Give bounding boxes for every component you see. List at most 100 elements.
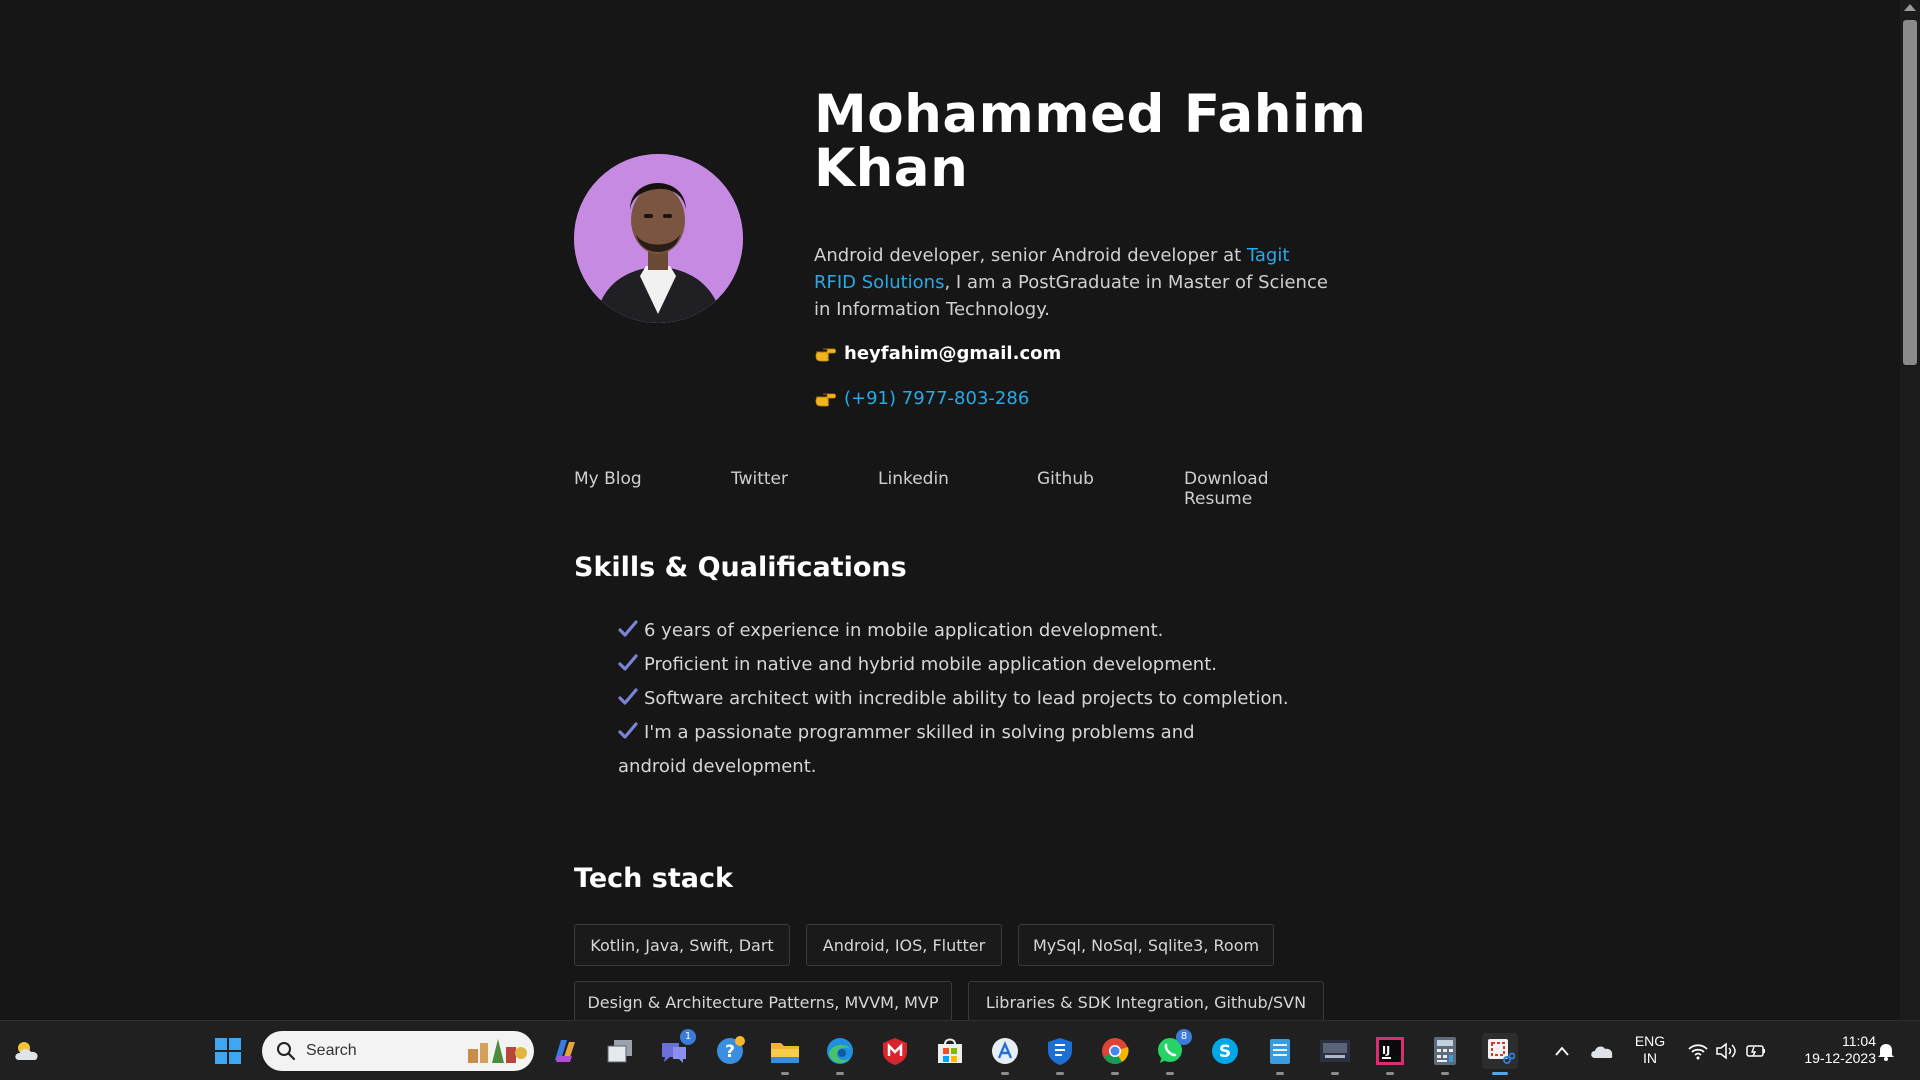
weather-widget[interactable]: [10, 1033, 46, 1069]
whatsapp-button[interactable]: 8: [1152, 1029, 1192, 1075]
clock-date: 19-12-2023: [1804, 1050, 1876, 1066]
nav-my-blog[interactable]: My Blog: [574, 469, 642, 489]
running-indicator: [1331, 1072, 1339, 1075]
checkmark-icon: [618, 688, 638, 705]
notification-bell-icon: [1878, 1044, 1894, 1061]
store-icon: [938, 1038, 962, 1063]
tech-tag: Android, IOS, Flutter: [806, 924, 1002, 966]
battery-button[interactable]: [1738, 1033, 1774, 1069]
volume-icon: [1716, 1042, 1736, 1060]
search-icon: [277, 1042, 296, 1061]
running-indicator: [1111, 1072, 1119, 1075]
taskbar-search-box[interactable]: Search: [262, 1031, 534, 1071]
checkmark-icon: [618, 722, 638, 739]
tech-tag: Design & Architecture Patterns, MVVM, MV…: [574, 981, 952, 1020]
media-app-icon: [1320, 1040, 1350, 1062]
battery-icon: [1746, 1045, 1765, 1057]
app-store-icon: [992, 1038, 1018, 1064]
edge-button[interactable]: [822, 1033, 858, 1075]
language-code: ENG: [1634, 1033, 1666, 1049]
skill-text: Proficient in native and hybrid mobile a…: [644, 654, 1217, 675]
email-address[interactable]: heyfahim@gmail.com: [844, 343, 1061, 364]
copilot-icon: [555, 1040, 575, 1062]
defender-icon: [1048, 1038, 1072, 1065]
teams-button[interactable]: 1: [656, 1029, 696, 1069]
vertical-scrollbar[interactable]: [1900, 0, 1920, 1020]
running-indicator: [1001, 1072, 1009, 1075]
store-button[interactable]: [932, 1033, 968, 1069]
notepad-icon: [1270, 1039, 1290, 1064]
skill-text: 6 years of experience in mobile applicat…: [644, 620, 1164, 641]
show-hidden-icons-button[interactable]: [1544, 1033, 1580, 1069]
social-nav: My Blog Twitter Linkedin Github Download…: [574, 469, 1334, 509]
task-view-button[interactable]: [602, 1033, 638, 1069]
mcafee-button[interactable]: [877, 1033, 913, 1069]
tech-tag: Kotlin, Java, Swift, Dart: [574, 924, 790, 966]
intellij-icon: IJ: [1376, 1037, 1404, 1065]
onedrive-button[interactable]: [1584, 1033, 1620, 1069]
onedrive-icon: [1591, 1046, 1613, 1058]
scroll-up-arrow-icon[interactable]: [1904, 4, 1916, 11]
language-indicator[interactable]: ENG IN: [1630, 1033, 1670, 1067]
task-view-icon: [607, 1040, 632, 1063]
nav-github[interactable]: Github: [1037, 469, 1094, 489]
tech-stack-heading: Tech stack: [574, 863, 733, 894]
clock[interactable]: 11:04 19-12-2023: [1782, 1033, 1876, 1067]
copilot-button[interactable]: [547, 1033, 583, 1069]
chrome-icon: [1102, 1038, 1129, 1064]
nav-download-resume[interactable]: Download Resume: [1184, 469, 1334, 509]
teams-notification-badge: 1: [680, 1029, 696, 1045]
defender-button[interactable]: [1042, 1033, 1078, 1075]
calculator-icon: [1434, 1037, 1456, 1065]
search-highlight-icon: [468, 1039, 527, 1063]
pointing-hand-icon: [815, 348, 836, 361]
chevron-up-icon: [1555, 1046, 1569, 1056]
tech-tag: Libraries & SDK Integration, Github/SVN: [968, 981, 1324, 1020]
email-contact: heyfahim@gmail.com: [814, 343, 1061, 364]
skill-text: Software architect with incredible abili…: [644, 688, 1289, 709]
calculator-button[interactable]: [1427, 1033, 1463, 1075]
running-indicator: [781, 1072, 789, 1075]
svg-text:?: ?: [725, 1042, 735, 1062]
media-app-button[interactable]: [1317, 1033, 1353, 1075]
svg-text:S: S: [1219, 1042, 1231, 1062]
pointing-hand-icon: [815, 393, 836, 406]
svg-text:IJ: IJ: [1382, 1044, 1390, 1057]
running-indicator: [1386, 1072, 1394, 1075]
file-explorer-button[interactable]: [767, 1033, 803, 1075]
running-indicator: [1056, 1072, 1064, 1075]
skype-icon: S: [1212, 1038, 1238, 1064]
edge-icon: [827, 1038, 853, 1064]
region-code: IN: [1643, 1050, 1657, 1066]
phone-number-link[interactable]: (+91) 7977-803-286: [844, 388, 1029, 409]
chrome-button[interactable]: [1097, 1033, 1133, 1075]
skill-item: 6 years of experience in mobile applicat…: [618, 614, 1338, 648]
start-button[interactable]: [210, 1033, 246, 1069]
nav-twitter[interactable]: Twitter: [731, 469, 788, 489]
notepad-button[interactable]: [1262, 1033, 1298, 1075]
snipping-tool-icon: [1488, 1039, 1515, 1064]
running-indicator: [1276, 1072, 1284, 1075]
intellij-button[interactable]: IJ: [1372, 1033, 1408, 1075]
bio-text-start: Android developer, senior Android develo…: [814, 245, 1247, 266]
app-store-button[interactable]: [987, 1033, 1023, 1075]
snipping-tool-button[interactable]: [1482, 1033, 1518, 1075]
running-indicator: [1441, 1072, 1449, 1075]
notification-center-button[interactable]: [1868, 1033, 1904, 1069]
skill-item: Proficient in native and hybrid mobile a…: [618, 648, 1338, 682]
skype-button[interactable]: S: [1207, 1033, 1243, 1069]
tech-tag: MySql, NoSql, Sqlite3, Room: [1018, 924, 1274, 966]
tips-icon: ?: [717, 1036, 745, 1064]
active-indicator: [1492, 1072, 1508, 1075]
skill-item: I'm a passionate programmer skilled in s…: [618, 716, 1268, 784]
phone-contact: (+91) 7977-803-286: [814, 388, 1029, 409]
tips-button[interactable]: ?: [712, 1033, 748, 1069]
file-explorer-icon: [771, 1043, 799, 1063]
scrollbar-thumb[interactable]: [1903, 20, 1917, 365]
weather-icon: [15, 1042, 38, 1060]
nav-linkedin[interactable]: Linkedin: [878, 469, 949, 489]
portfolio-page: Mohammed Fahim Khan Android developer, s…: [0, 0, 1900, 1020]
skill-text: I'm a passionate programmer skilled in s…: [618, 722, 1195, 777]
windows-taskbar: Search 1 ? 8 S IJ ENG IN 11:04 19-12-202…: [0, 1020, 1920, 1080]
running-indicator: [1166, 1072, 1174, 1075]
